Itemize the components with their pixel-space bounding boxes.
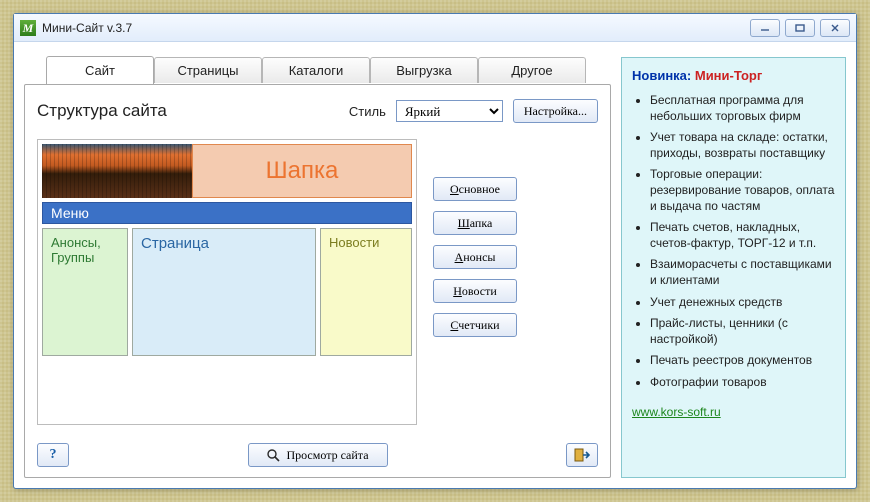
mockup-menu: Меню: [42, 202, 412, 224]
promo-link[interactable]: www.kors-soft.ru: [632, 405, 721, 419]
tab-pages[interactable]: Страницы: [154, 57, 262, 83]
close-button[interactable]: [820, 19, 850, 37]
tab-strip: Сайт Страницы Каталоги Выгрузка Другое: [24, 56, 611, 84]
promo-heading: Новинка: Мини-Торг: [632, 68, 835, 83]
style-select[interactable]: Яркий: [396, 100, 503, 122]
tab-site[interactable]: Сайт: [46, 56, 154, 84]
app-window: M Мини-Сайт v.3.7 Сайт Страницы Каталоги…: [13, 13, 857, 489]
help-icon: ?: [50, 447, 57, 463]
promo-item: Печать счетов, накладных, счетов-фактур,…: [650, 220, 835, 251]
window-controls: [750, 19, 850, 37]
promo-list: Бесплатная программа для небольших торго…: [632, 93, 835, 391]
style-label: Стиль: [349, 104, 386, 119]
btn-anons[interactable]: Анонсы: [433, 245, 517, 269]
titlebar: M Мини-Сайт v.3.7: [14, 14, 856, 42]
mockup-header-caption: Шапка: [192, 144, 412, 198]
mockup-col-page: Страница: [132, 228, 316, 356]
promo-item: Печать реестров документов: [650, 353, 835, 369]
exit-button[interactable]: [566, 443, 598, 467]
promo-item: Учет товара на складе: остатки, приходы,…: [650, 130, 835, 161]
btn-main[interactable]: Основное: [433, 177, 517, 201]
tab-export[interactable]: Выгрузка: [370, 57, 478, 83]
exit-icon: [574, 448, 590, 462]
promo-item: Бесплатная программа для небольших торго…: [650, 93, 835, 124]
btn-news[interactable]: Новости: [433, 279, 517, 303]
magnifier-icon: [266, 448, 280, 462]
minimize-button[interactable]: [750, 19, 780, 37]
promo-item: Взаиморасчеты с поставщиками и клиентами: [650, 257, 835, 288]
maximize-button[interactable]: [785, 19, 815, 37]
help-button[interactable]: ?: [37, 443, 69, 467]
site-mockup: Шапка Меню Анонсы,Группы Страница Новост…: [37, 139, 417, 425]
promo-item: Торговые операции: резервирование товаро…: [650, 167, 835, 214]
promo-item: Учет денежных средств: [650, 295, 835, 311]
btn-header[interactable]: Шапка: [433, 211, 517, 235]
page-heading: Структура сайта: [37, 101, 339, 121]
app-icon: M: [20, 20, 36, 36]
tab-page-site: Структура сайта Стиль Яркий Настройка...…: [24, 84, 611, 478]
settings-button[interactable]: Настройка...: [513, 99, 598, 123]
window-title: Мини-Сайт v.3.7: [42, 21, 750, 35]
promo-panel: Новинка: Мини-Торг Бесплатная программа …: [621, 57, 846, 478]
section-buttons: Основное Шапка Анонсы Новости Счетчики: [433, 177, 517, 425]
tab-catalogs[interactable]: Каталоги: [262, 57, 370, 83]
promo-item: Прайс-листы, ценники (с настройкой): [650, 316, 835, 347]
preview-button[interactable]: Просмотр сайта: [248, 443, 388, 467]
mockup-col-news: Новости: [320, 228, 412, 356]
mockup-col-anons: Анонсы,Группы: [42, 228, 128, 356]
tab-other[interactable]: Другое: [478, 57, 586, 83]
btn-counters[interactable]: Счетчики: [433, 313, 517, 337]
promo-item: Фотографии товаров: [650, 375, 835, 391]
mockup-header-image: [42, 144, 192, 198]
